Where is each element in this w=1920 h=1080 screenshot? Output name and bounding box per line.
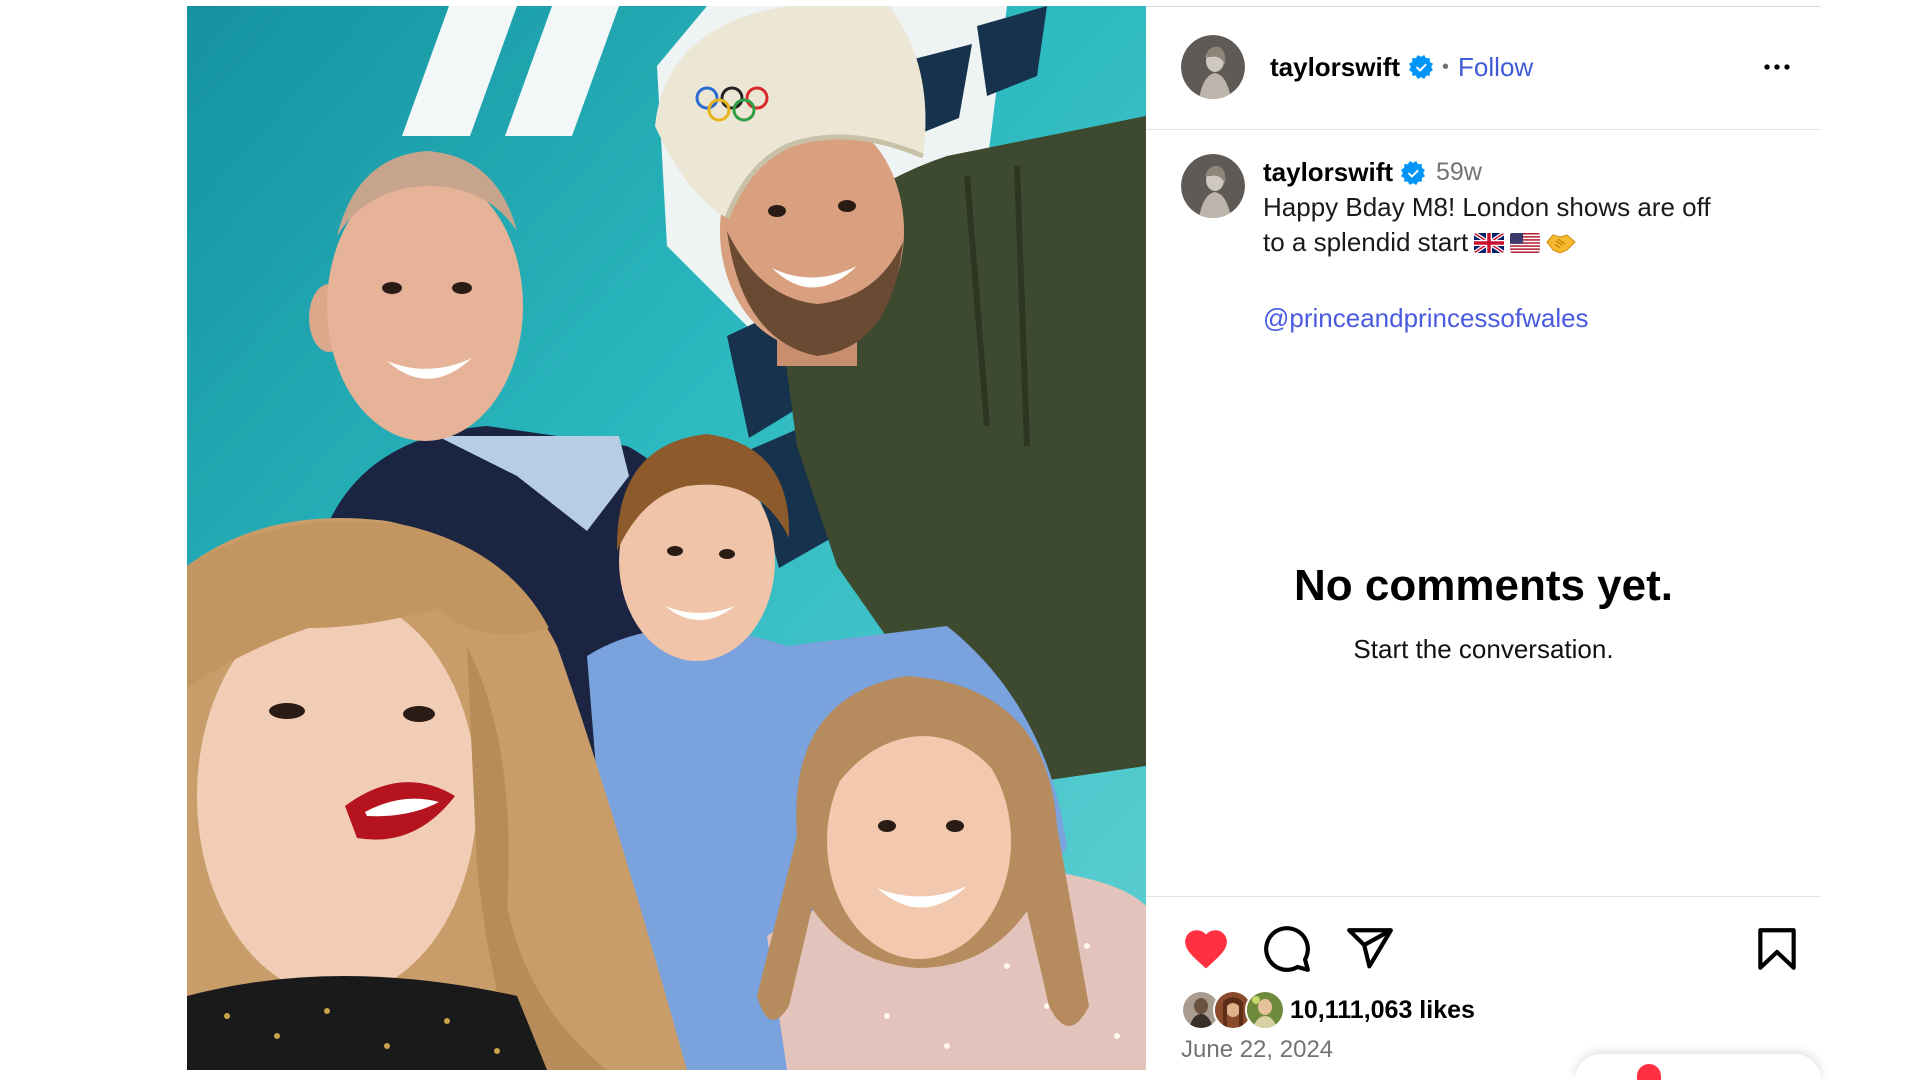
follow-button[interactable]: Follow: [1458, 52, 1533, 83]
liker-avatars[interactable]: [1181, 990, 1285, 1030]
post-photo[interactable]: [187, 6, 1146, 1070]
notification-dot-icon: [1637, 1064, 1661, 1080]
no-comments-title: No comments yet.: [1294, 561, 1673, 610]
caption-mention-link[interactable]: @princeandprincessofwales: [1263, 301, 1803, 336]
post-caption: taylorswift 59w Happy Bday M8! London sh…: [1263, 155, 1803, 336]
more-options-icon[interactable]: [1757, 47, 1797, 87]
post-side-panel: taylorswift • Follow taylorswift 59w Hap…: [1146, 0, 1821, 1080]
caption-username[interactable]: taylorswift: [1263, 155, 1393, 190]
author-username[interactable]: taylorswift: [1270, 52, 1400, 83]
panel-top-border: [1146, 6, 1821, 7]
flag-united-states-icon: [1510, 232, 1541, 253]
handshake-icon: [1546, 232, 1576, 254]
like-heart-icon[interactable]: [1181, 924, 1231, 974]
author-avatar[interactable]: [1181, 35, 1245, 99]
likes-count[interactable]: 10,111,063 likes: [1290, 992, 1475, 1028]
post-header: taylorswift • Follow: [1181, 35, 1533, 99]
caption-text-line-2: to a splendid start: [1263, 227, 1469, 257]
verified-badge-icon: [1409, 55, 1434, 79]
caption-text-line-2-row: to a splendid start: [1263, 225, 1803, 260]
liker-avatar: [1245, 990, 1285, 1030]
no-comments-subtitle: Start the conversation.: [1353, 634, 1614, 664]
messages-popover[interactable]: [1575, 1054, 1821, 1080]
actions-divider: [1146, 896, 1821, 897]
share-paper-plane-icon[interactable]: [1345, 924, 1395, 974]
verified-badge-icon: [1401, 160, 1426, 185]
post-date[interactable]: June 22, 2024: [1181, 1036, 1333, 1064]
photo-illustration: [187, 6, 1146, 1070]
flag-united-kingdom-icon: [1474, 232, 1505, 253]
caption-header: taylorswift 59w: [1263, 155, 1803, 190]
comment-icon[interactable]: [1262, 924, 1312, 974]
caption-text-line-1: Happy Bday M8! London shows are off: [1263, 192, 1711, 222]
header-divider: [1146, 129, 1821, 130]
bookmark-icon[interactable]: [1752, 924, 1802, 974]
separator-dot: •: [1442, 55, 1450, 78]
post-age[interactable]: 59w: [1436, 155, 1482, 190]
caption-author-avatar[interactable]: [1181, 154, 1245, 218]
